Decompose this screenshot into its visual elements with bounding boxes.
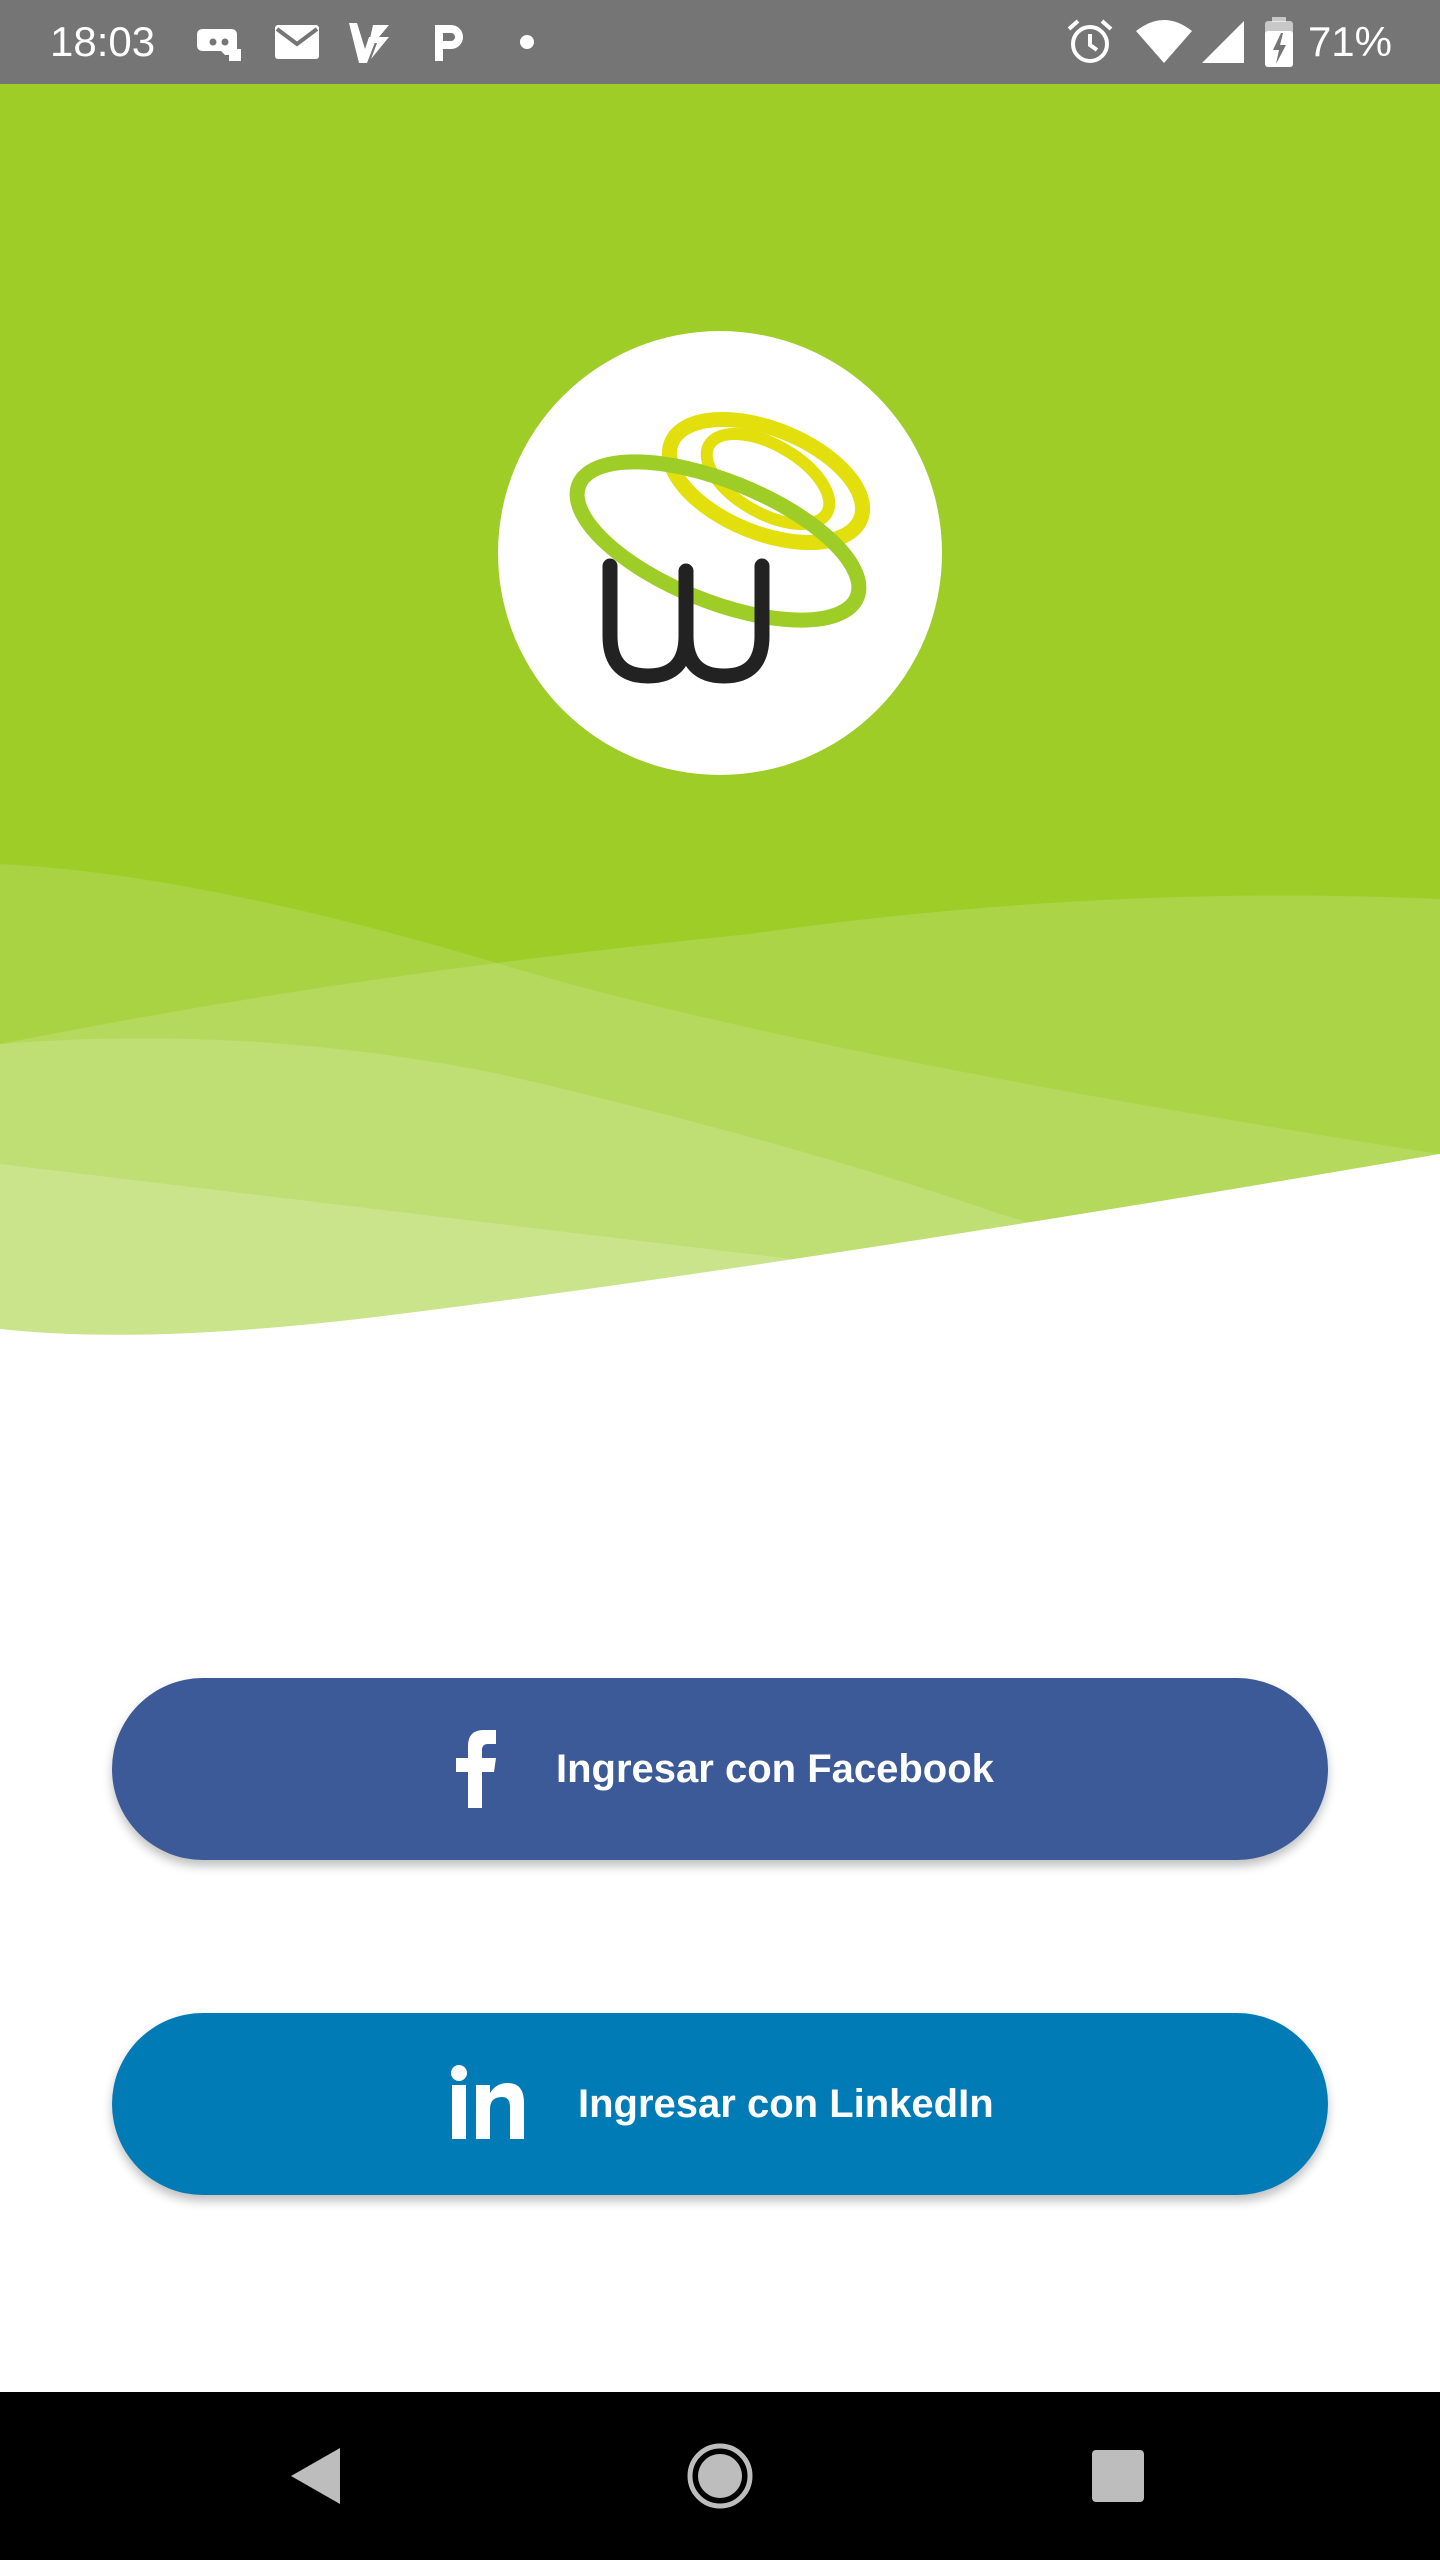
dot-icon xyxy=(520,35,534,49)
discord-icon xyxy=(197,29,241,61)
gmail-icon xyxy=(275,25,319,59)
signal-icon xyxy=(1202,21,1244,63)
status-bar: 18:03 71% xyxy=(0,0,1440,84)
app-logo-w-icon xyxy=(569,411,871,684)
vlc-icon xyxy=(349,23,389,63)
facebook-login-button[interactable]: Ingresar con Facebook xyxy=(112,1678,1328,1860)
facebook-icon xyxy=(456,1730,496,1808)
navigation-bar xyxy=(0,2392,1440,2560)
status-time: 18:03 xyxy=(50,18,156,65)
home-icon[interactable] xyxy=(660,2392,780,2560)
hero-header xyxy=(0,84,1440,1344)
wifi-icon xyxy=(1136,20,1192,63)
battery-charging-icon xyxy=(1265,17,1293,67)
alarm-icon xyxy=(1067,19,1113,63)
parking-icon xyxy=(435,25,463,61)
recents-icon[interactable] xyxy=(1058,2392,1178,2560)
linkedin-icon xyxy=(451,2065,524,2139)
battery-percent: 71% xyxy=(1307,18,1392,65)
back-icon[interactable] xyxy=(258,2392,378,2560)
linkedin-login-label: Ingresar con LinkedIn xyxy=(578,2082,994,2126)
linkedin-login-button[interactable]: Ingresar con LinkedIn xyxy=(112,2013,1328,2195)
logo-circle xyxy=(498,331,942,775)
facebook-login-label: Ingresar con Facebook xyxy=(556,1747,994,1791)
